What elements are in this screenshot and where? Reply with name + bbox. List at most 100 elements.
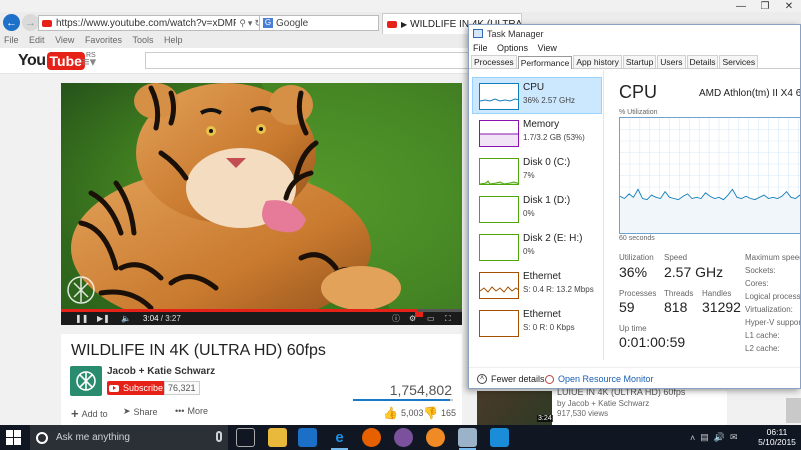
volume-icon[interactable]: 🔈 — [121, 312, 131, 325]
menu-favorites[interactable]: Favorites — [85, 34, 122, 46]
resource-disk-2[interactable]: Disk 2 (E: H:) 0% — [473, 229, 601, 266]
task-manager-titlebar[interactable]: Task Manager — [469, 25, 800, 42]
share-label: Share — [133, 406, 158, 417]
network-app-icon[interactable] — [490, 428, 509, 447]
store-icon[interactable] — [298, 428, 317, 447]
media-player-icon[interactable] — [426, 428, 445, 447]
share-button[interactable]: ➤ Share — [123, 406, 158, 417]
tray-network-icon[interactable]: ▤ — [700, 432, 709, 443]
resource-ethernet-1[interactable]: Ethernet S: 0.4 R: 13.2 Mbps — [473, 267, 601, 304]
youtube-search-input[interactable] — [145, 52, 475, 69]
back-button[interactable]: ← — [3, 14, 20, 31]
open-resource-monitor-link[interactable]: Open Resource Monitor — [545, 374, 654, 384]
processes-value: 59 — [619, 299, 635, 315]
tab-details[interactable]: Details — [686, 55, 719, 68]
tray-volume-icon[interactable]: 🔊 — [714, 432, 725, 443]
tm-menu-view[interactable]: View — [538, 43, 557, 53]
channel-logo-icon — [76, 371, 96, 391]
related-video-item[interactable]: 3:24 LUIUE IN 4K (ULTRA HD) 60fps by Jac… — [477, 387, 727, 425]
fewer-details-label: Fewer details — [491, 374, 545, 384]
cpu-usage-area — [620, 189, 800, 233]
windows-start-icon[interactable] — [6, 430, 21, 445]
microphone-icon[interactable] — [216, 431, 222, 442]
chevron-up-icon: ˄ — [477, 374, 487, 384]
subscribe-label: Subscribe — [123, 383, 164, 393]
tab-users[interactable]: Users — [657, 55, 686, 68]
task-view-icon[interactable] — [236, 428, 255, 447]
duration: 3:27 — [165, 314, 181, 323]
theater-mode-icon[interactable]: ▭ — [427, 312, 435, 325]
ethernet2-mini-graph — [479, 310, 519, 337]
utilization-label: Utilization — [619, 253, 654, 262]
task-manager-window: Task Manager File Options View Processes… — [468, 24, 801, 389]
tab-startup[interactable]: Startup — [622, 55, 657, 68]
forward-button[interactable]: → — [22, 14, 39, 31]
handles-value: 31292 — [702, 299, 741, 315]
task-manager-title: Task Manager — [487, 28, 544, 39]
youtube-play-icon — [109, 384, 119, 392]
resource-cpu[interactable]: CPU 36% 2.57 GHz — [472, 77, 602, 114]
subscribe-button[interactable]: Subscribe — [107, 381, 168, 395]
taskbar-clock[interactable]: 06:11 5/10/2015 — [755, 427, 799, 447]
share-icon: ➤ — [123, 406, 131, 416]
tab-processes[interactable]: Processes — [471, 55, 517, 68]
tray-chevron-icon[interactable]: ˄ — [690, 433, 695, 443]
captions-icon[interactable]: ⓘ — [392, 312, 400, 325]
resource-name: Memory — [523, 119, 560, 130]
more-label: More — [187, 406, 208, 416]
menu-file[interactable]: File — [4, 34, 19, 46]
resource-disk-0[interactable]: Disk 0 (C:) 7% — [473, 153, 601, 190]
menu-help[interactable]: Help — [164, 34, 183, 46]
menu-tools[interactable]: Tools — [132, 34, 153, 46]
resource-disk-1[interactable]: Disk 1 (D:) 0% — [473, 191, 601, 228]
viber-icon[interactable] — [394, 428, 413, 447]
add-to-button[interactable]: + Add to — [71, 406, 108, 421]
minimize-icon[interactable]: — — [729, 0, 753, 13]
like-button[interactable]: 👍 5,003 — [383, 406, 423, 420]
menu-view[interactable]: View — [55, 34, 74, 46]
next-icon[interactable]: ▶❚ — [97, 312, 110, 325]
tab-app-history[interactable]: App history — [573, 55, 622, 68]
pause-icon[interactable]: ❚❚ — [75, 312, 88, 325]
firefox-icon[interactable] — [362, 428, 381, 447]
resource-value: S: 0 R: 0 Kbps — [523, 323, 575, 332]
video-player[interactable]: ❚❚ ▶❚ 🔈 3:04 / 3:27 ⓘ ⚙ ▭ ⛶ — [61, 83, 462, 325]
close-icon[interactable]: ✕ — [777, 0, 801, 13]
url-text: https://www.youtube.com/watch?v=xDMP3i36… — [56, 17, 236, 29]
clock-date: 5/10/2015 — [758, 437, 796, 447]
resource-ethernet-2[interactable]: Ethernet S: 0 R: 0 Kbps — [473, 305, 601, 342]
more-button[interactable]: ••• More — [175, 406, 208, 416]
virtualization-label: Virtualization: — [745, 305, 793, 314]
tab-performance[interactable]: Performance — [517, 56, 573, 69]
dislike-button[interactable]: 👎 165 — [423, 406, 456, 420]
l2-cache-label: L2 cache: — [745, 344, 780, 353]
back-arrow-icon: ← — [6, 16, 17, 29]
like-ratio-bar — [353, 399, 453, 401]
maximize-icon[interactable]: ❐ — [753, 0, 777, 13]
memory-mini-graph — [479, 120, 519, 147]
guide-menu-icon[interactable]: ≡▾ — [82, 54, 96, 70]
fewer-details-button[interactable]: ˄ Fewer details — [477, 374, 545, 384]
disk2-mini-graph — [479, 234, 519, 261]
channel-avatar[interactable] — [70, 366, 102, 396]
page-scrollbar[interactable] — [786, 398, 801, 423]
tm-menu-file[interactable]: File — [473, 43, 488, 53]
resource-memory[interactable]: Memory 1.7/3.2 GB (53%) — [473, 115, 601, 152]
resource-name: Ethernet — [523, 309, 561, 320]
tab-services[interactable]: Services — [719, 55, 759, 68]
browser-search-box[interactable]: G Google — [259, 15, 379, 31]
tm-menu-options[interactable]: Options — [497, 43, 528, 53]
speed-label: Speed — [664, 253, 688, 262]
tray-messages-icon[interactable]: ✉ — [730, 432, 738, 443]
windows-taskbar: Ask me anything e ˄ ▤ 🔊 ✉ 06:11 5/10/201… — [0, 425, 801, 450]
resource-value: 0% — [523, 209, 535, 218]
channel-name[interactable]: Jacob + Katie Schwarz — [107, 366, 215, 377]
address-bar[interactable]: https://www.youtube.com/watch?v=xDMP3i36… — [38, 15, 268, 31]
internet-explorer-icon[interactable]: e — [330, 428, 349, 450]
cortana-search-box[interactable]: Ask me anything — [30, 425, 228, 450]
task-manager-taskbar-icon[interactable] — [458, 428, 477, 450]
file-explorer-icon[interactable] — [268, 428, 287, 447]
performance-detail-panel: CPU AMD Athlon(tm) II X4 6 % Utilization… — [609, 70, 800, 360]
fullscreen-icon[interactable]: ⛶ — [445, 312, 451, 325]
menu-edit[interactable]: Edit — [29, 34, 45, 46]
